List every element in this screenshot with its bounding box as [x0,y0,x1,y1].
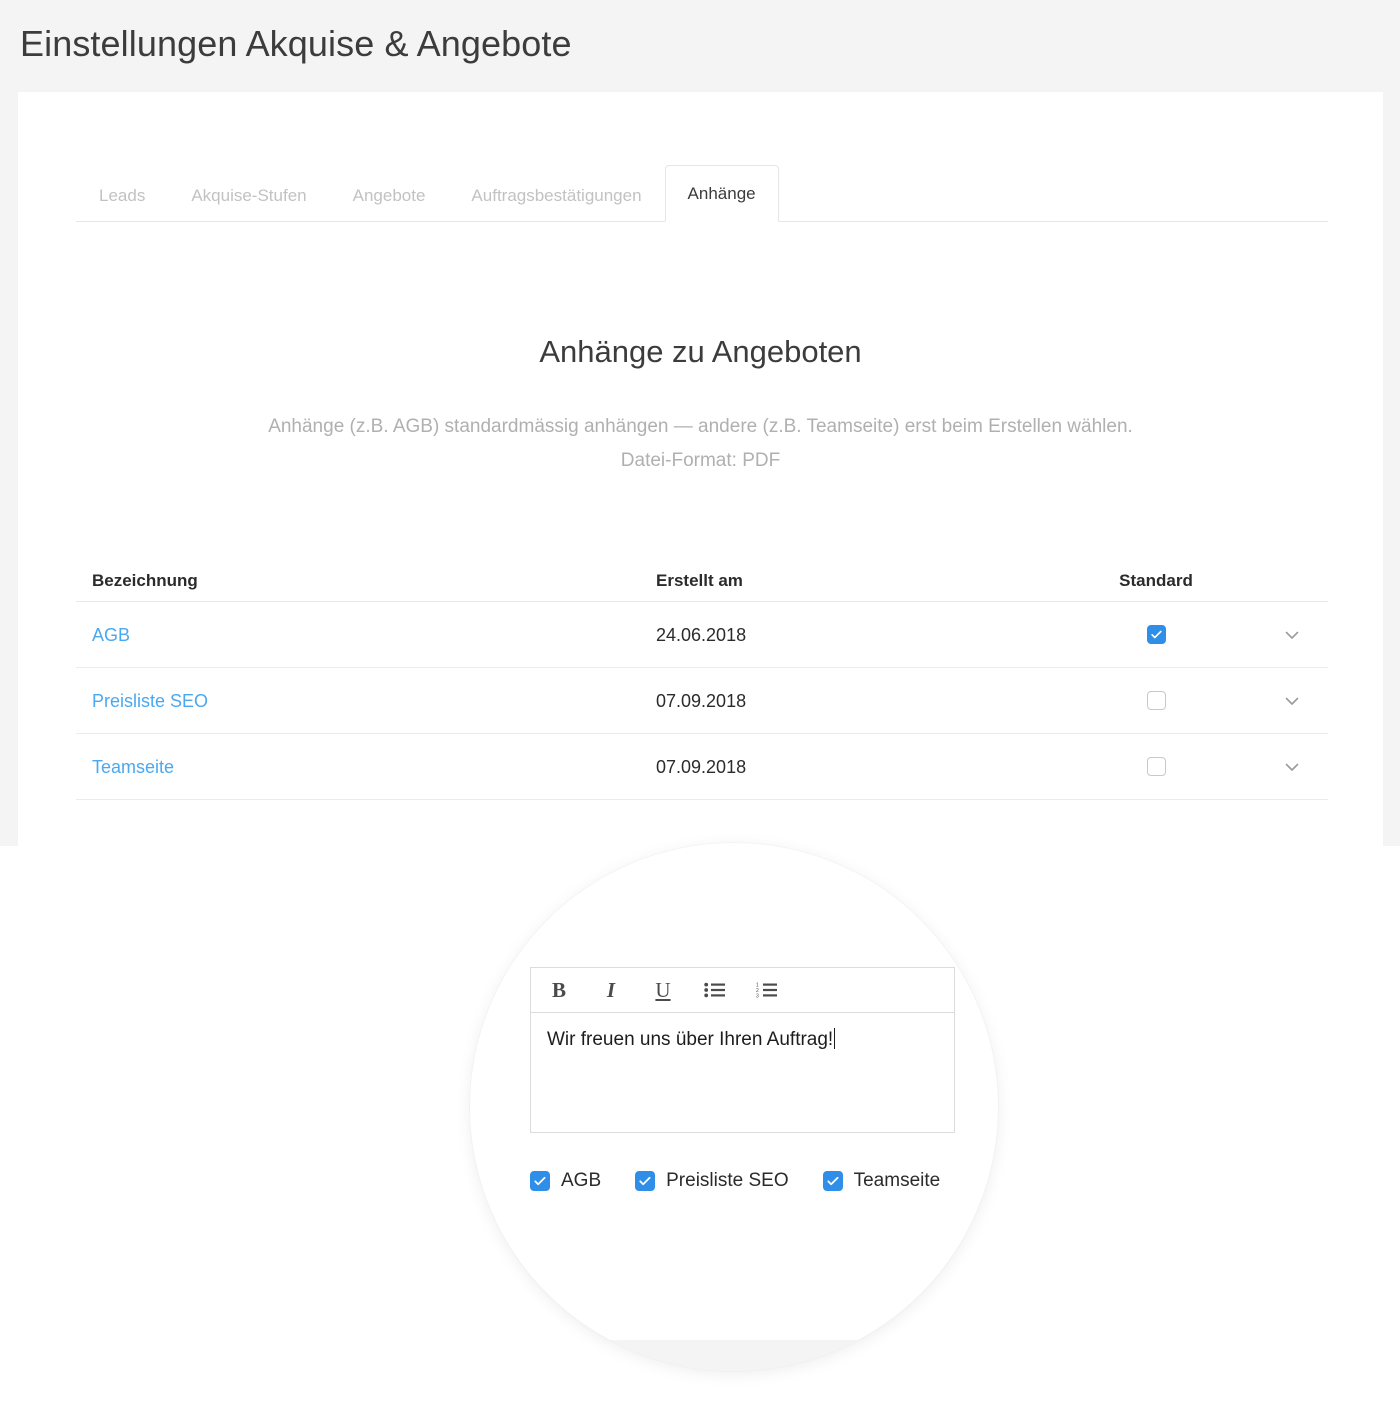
editor-text: Wir freuen uns über Ihren Auftrag! [547,1029,834,1050]
column-header-erstellt-am: Erstellt am [656,570,743,590]
tab-bar: Leads Akquise-Stufen Angebote Auftragsbe… [76,164,1328,222]
tab-auftragsbestaetigungen[interactable]: Auftragsbestätigungen [448,185,664,222]
tab-anhaenge[interactable]: Anhänge [664,165,779,222]
bold-icon[interactable]: B [546,977,572,1003]
table-row[interactable]: Preisliste SEO 07.09.2018 [76,668,1328,734]
magnifier-content: B I U 1 2 3 Wir freuen uns über Ihren Au… [470,843,998,1371]
attachment-created-date: 07.09.2018 [656,756,747,777]
attachment-checkbox-row: AGB Preisliste SEO Teamseite [530,1170,940,1192]
table-row[interactable]: AGB 24.06.2018 [76,602,1328,668]
numbered-list-icon[interactable]: 1 2 3 [754,977,780,1003]
editor-text-area[interactable]: Wir freuen uns über Ihren Auftrag! [531,1013,954,1132]
column-header-standard: Standard [1119,570,1193,590]
page-title: Einstellungen Akquise & Angebote [20,23,572,64]
editor-toolbar: B I U 1 2 3 [531,968,954,1013]
table-row[interactable]: Teamseite 07.09.2018 [76,734,1328,800]
table-header-row: Bezeichnung Erstellt am Standard [76,560,1328,602]
attachment-created-date: 07.09.2018 [656,690,747,711]
attachment-checkbox-preisliste-seo[interactable]: Preisliste SEO [635,1170,789,1192]
section-description-line2: Datei-Format: PDF [620,450,781,471]
magnifier-callout: B I U 1 2 3 Wir freuen uns über Ihren Au… [470,843,998,1371]
italic-icon[interactable]: I [598,977,624,1003]
rich-text-editor: B I U 1 2 3 Wir freuen uns über Ihren Au… [530,967,955,1133]
settings-card: Leads Akquise-Stufen Angebote Auftragsbe… [18,92,1383,846]
tab-angebote[interactable]: Angebote [330,185,449,222]
tab-label: Angebote [352,186,426,205]
section-description-line1: Anhänge (z.B. AGB) standardmässig anhäng… [268,416,1133,437]
bullet-list-icon[interactable] [702,977,728,1003]
tab-leads[interactable]: Leads [76,185,168,222]
section-description: Anhänge (z.B. AGB) standardmässig anhäng… [168,410,1233,478]
attachment-name-link[interactable]: Preisliste SEO [92,691,208,711]
chevron-down-icon[interactable] [1282,757,1302,777]
attachment-name-link[interactable]: AGB [92,625,130,645]
checkbox-icon[interactable] [822,1171,843,1191]
tab-label: Anhänge [687,184,756,203]
checkbox-icon[interactable] [530,1171,550,1191]
attachment-checkbox-teamseite[interactable]: Teamseite [822,1170,941,1192]
checkbox-icon[interactable] [635,1171,656,1191]
tab-label: Akquise-Stufen [191,186,307,205]
text-caret [834,1028,836,1049]
underline-icon[interactable]: U [650,977,676,1003]
standard-checkbox[interactable] [1146,757,1166,776]
tab-label: Leads [99,186,146,205]
svg-text:3: 3 [756,993,759,998]
attachment-created-date: 24.06.2018 [656,624,747,645]
attachment-checkbox-label: Preisliste SEO [666,1170,789,1191]
column-header-bezeichnung: Bezeichnung [92,570,198,590]
attachment-checkbox-label: Teamseite [853,1170,941,1191]
screen: Einstellungen Akquise & Angebote Leads A… [0,0,1400,1414]
tab-akquise-stufen[interactable]: Akquise-Stufen [168,185,329,222]
attachment-checkbox-label: AGB [561,1170,602,1191]
section-heading: Anhänge zu Angeboten [539,334,862,369]
standard-checkbox[interactable] [1146,625,1166,644]
attachment-name-link[interactable]: Teamseite [92,757,174,777]
attachments-table: Bezeichnung Erstellt am Standard AGB 24.… [76,560,1328,800]
attachment-checkbox-agb[interactable]: AGB [530,1170,601,1192]
tab-label: Auftragsbestätigungen [471,186,642,205]
standard-checkbox[interactable] [1146,691,1166,710]
chevron-down-icon[interactable] [1282,625,1302,645]
chevron-down-icon[interactable] [1282,691,1302,711]
